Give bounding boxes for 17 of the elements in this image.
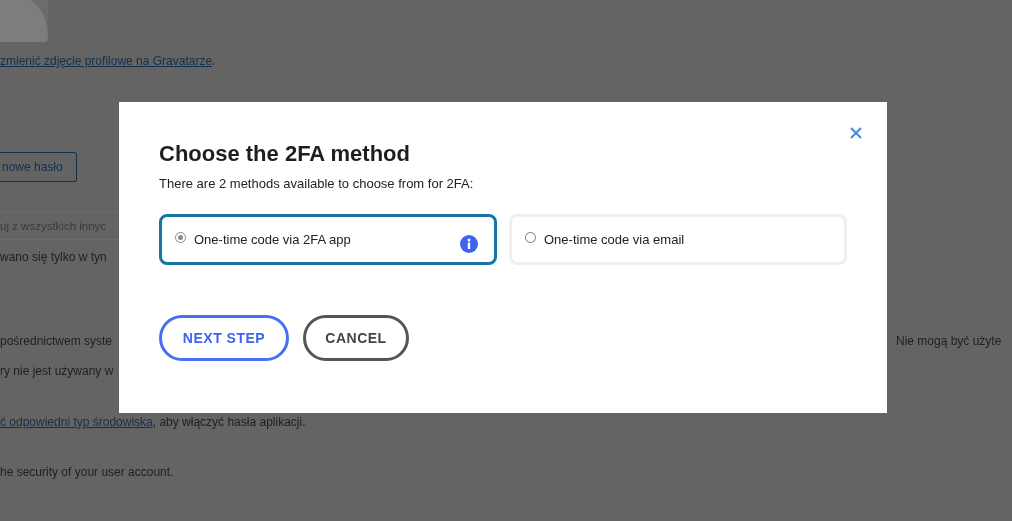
option-label: One-time code via 2FA app — [194, 232, 351, 247]
security-note: he security of your user account. — [0, 465, 174, 479]
app-passwords-note: ry nie jest używany w — [0, 364, 114, 378]
environment-text: , aby włączyć hasła aplikacji. — [152, 415, 306, 429]
dialog-description: There are 2 methods available to choose from for 2FA: — [159, 176, 475, 191]
next-step-button[interactable]: NEXT STEP — [159, 315, 289, 361]
method-option[interactable]: One-time code via 2FA app — [159, 214, 497, 265]
app-passwords-text-end: Nie mogą być użyte — [896, 334, 1002, 348]
app-passwords-text: pośrednictwem syste — [0, 334, 114, 348]
close-icon[interactable] — [849, 126, 863, 140]
info-icon[interactable] — [460, 234, 478, 253]
cancel-button[interactable]: CANCEL — [303, 315, 409, 361]
option-label: One-time code via email — [544, 232, 685, 247]
sessions-note: wano się tylko w tyn — [0, 250, 107, 264]
method-option[interactable]: One-time code via email — [509, 214, 847, 265]
link-period: . — [212, 54, 216, 68]
dialog-title: Choose the 2FA method — [159, 140, 411, 168]
